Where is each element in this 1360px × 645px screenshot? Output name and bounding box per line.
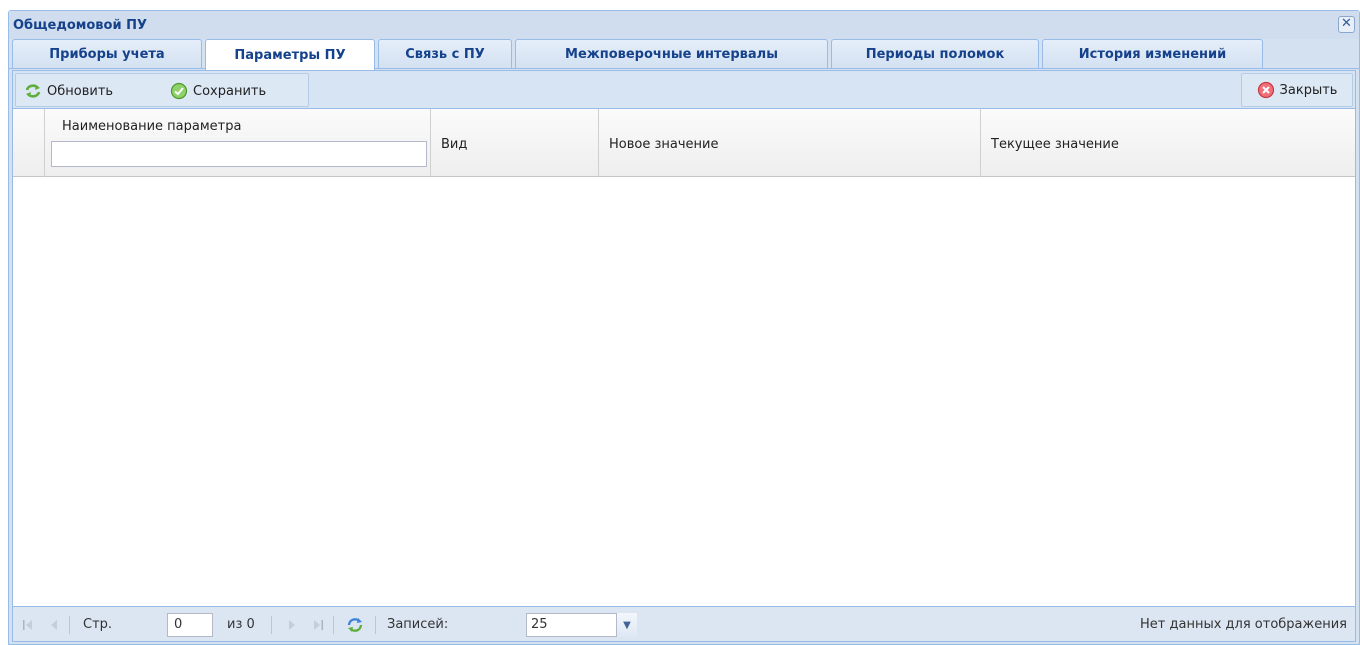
meter-window: Общедомовой ПУ ✕ Приборы учета Параметры… [8,10,1360,645]
refresh-icon [25,84,41,98]
records-label: Записей: [387,617,449,632]
window-titlebar: Общедомовой ПУ ✕ [9,11,1359,39]
column-parameter-name-label: Наименование параметра [62,119,242,134]
toolbar-button-group: Обновить Сохранить [15,73,309,107]
column-current-value[interactable]: Текущее значение [981,109,1357,177]
grid-body [13,177,1355,607]
grid-header: Наименование параметра Вид Новое значени… [13,109,1355,177]
pager-separator [333,616,334,634]
parameter-name-filter-input[interactable] [51,141,427,167]
chevron-down-icon[interactable]: ▼ [616,613,637,637]
parameters-panel: Обновить Сохранить Закрыть Наименование … [12,70,1356,642]
tab-breakdown-periods[interactable]: Периоды поломок [831,39,1039,68]
page-count-label: из 0 [227,617,255,632]
row-selector-column [13,109,45,177]
tab-meter-link[interactable]: Связь с ПУ [378,39,512,68]
check-circle-icon [170,82,188,100]
column-parameter-name[interactable]: Наименование параметра [45,109,431,177]
save-label: Сохранить [193,83,267,99]
first-page-icon[interactable] [21,607,35,642]
pager-separator [69,616,70,634]
next-page-icon[interactable] [285,607,299,642]
pager-separator [375,616,376,634]
paging-toolbar: Стр. 0 из 0 Записей: 25 ▼ Нет данных для… [13,606,1355,641]
close-button[interactable]: Закрыть [1241,73,1353,107]
tab-strip: Приборы учета Параметры ПУ Связь с ПУ Ме… [9,39,1359,70]
refresh-button[interactable]: Обновить [20,74,117,108]
tab-change-history[interactable]: История изменений [1042,39,1263,68]
close-label: Закрыть [1279,82,1338,98]
tab-meter-parameters[interactable]: Параметры ПУ [205,39,375,70]
page-label: Стр. [83,617,113,632]
save-button[interactable]: Сохранить [166,74,270,108]
window-title: Общедомовой ПУ [13,17,147,33]
tab-verification-intervals[interactable]: Межповерочные интервалы [515,39,828,68]
column-new-value[interactable]: Новое значение [599,109,981,177]
refresh-label: Обновить [47,83,114,99]
reload-icon[interactable] [345,607,365,642]
close-circle-icon [1257,81,1274,99]
pager-separator [271,616,272,634]
last-page-icon[interactable] [311,607,325,642]
tab-meters[interactable]: Приборы учета [12,39,202,68]
column-type[interactable]: Вид [431,109,599,177]
page-number-input[interactable]: 0 [167,613,213,637]
toolbar: Обновить Сохранить Закрыть [13,71,1355,109]
window-close-icon[interactable]: ✕ [1338,16,1355,33]
pager-status: Нет данных для отображения [1140,617,1347,632]
prev-page-icon[interactable] [47,607,61,642]
